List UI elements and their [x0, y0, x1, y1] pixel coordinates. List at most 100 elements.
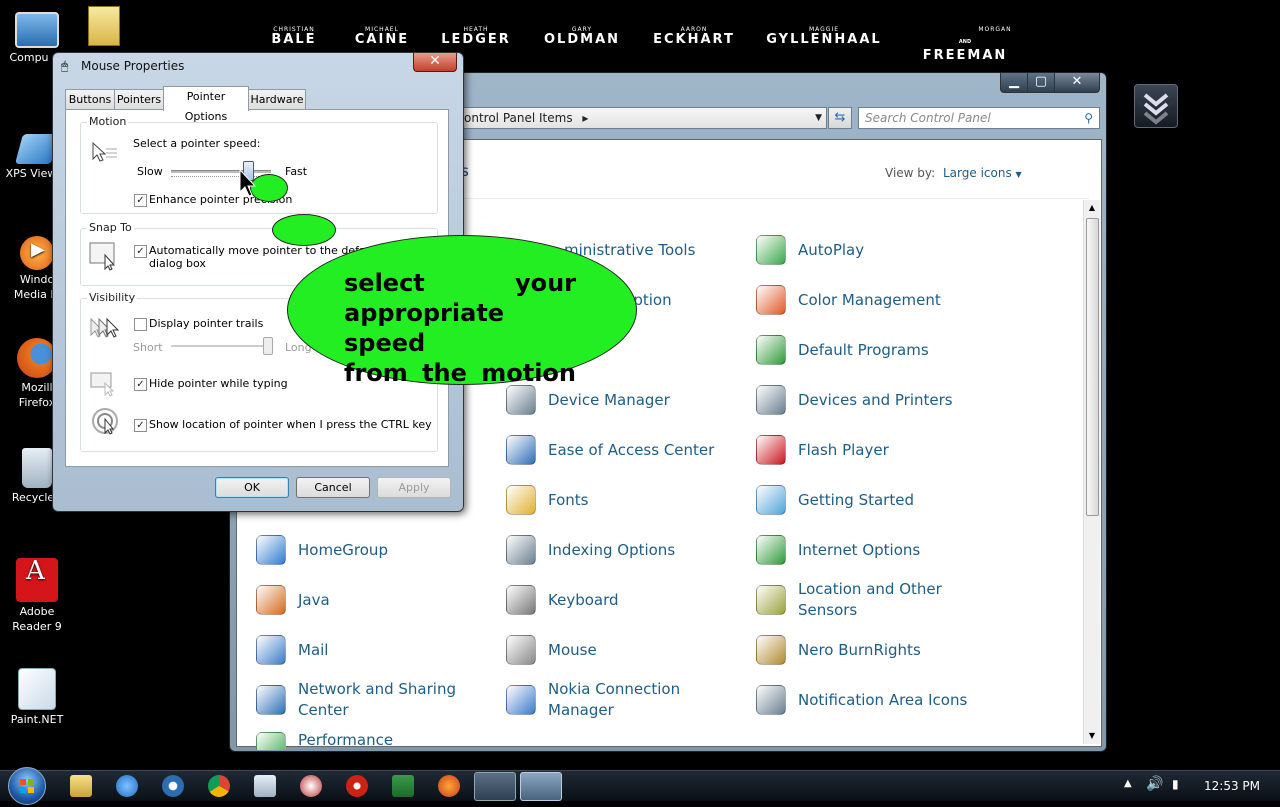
control-panel-item-label: Network and Sharing Center	[298, 680, 456, 719]
minimize-button[interactable]: ▁	[1000, 73, 1028, 93]
control-panel-item[interactable]: Mouse	[504, 630, 734, 670]
paint-net-icon	[18, 668, 56, 710]
cancel-button[interactable]: Cancel	[296, 477, 370, 498]
snap-to-checkbox[interactable]: ✓	[134, 245, 147, 258]
printer-icon	[754, 383, 788, 417]
hide-pointer-checkbox[interactable]: ✓	[134, 378, 147, 391]
trails-slider-track[interactable]	[171, 345, 267, 347]
control-panel-item-label: Getting Started	[798, 490, 914, 509]
start-button[interactable]	[8, 767, 46, 805]
desktop-icon-label: Adobe Reader 9	[12, 605, 62, 633]
explorer-taskbar-icon[interactable]	[70, 775, 92, 797]
mouse-icon	[504, 633, 538, 667]
address-bar[interactable]: ontrol Panel Items ▸ ▼	[459, 107, 827, 129]
visibility-label: Visibility	[87, 291, 138, 304]
getting-started-icon	[754, 483, 788, 517]
volume-icon[interactable]: 🔊	[1146, 776, 1163, 792]
snap-to-text-2: dialog box	[149, 257, 206, 270]
ok-button[interactable]: OK	[215, 477, 289, 498]
control-panel-item-label: Color Management	[798, 290, 941, 309]
desktop-icon-label: Recycle	[11, 491, 55, 504]
trails-slider-thumb[interactable]	[263, 337, 273, 355]
control-panel-item[interactable]: Mail	[254, 630, 484, 670]
dialog-close-button[interactable]: ✕	[413, 53, 457, 72]
desktop-icon-paint-net[interactable]: Paint.NET	[0, 668, 74, 727]
control-panel-item[interactable]: Keyboard	[504, 580, 734, 620]
tab-hardware[interactable]: Hardware	[248, 89, 306, 110]
control-panel-item[interactable]: Devices and Printers	[754, 380, 984, 420]
tab-pointer-options[interactable]: Pointer Options	[163, 86, 249, 123]
mouse-properties-taskbar-button[interactable]	[520, 772, 562, 801]
control-panel-item[interactable]: Indexing Options	[504, 530, 734, 570]
control-panel-item[interactable]: Performance Information	[254, 730, 484, 750]
apply-button[interactable]: Apply	[377, 477, 451, 498]
excel-taskbar-icon[interactable]	[392, 775, 414, 797]
control-panel-item-label: Notification Area Icons	[798, 690, 968, 709]
search-icon: ⚲	[1084, 111, 1093, 125]
callout-line: appropriate speed	[344, 299, 505, 357]
control-panel-item[interactable]: Flash Player	[754, 430, 984, 470]
tab-buttons[interactable]: Buttons	[65, 89, 115, 110]
pointer-trails-icon	[90, 317, 120, 338]
view-by-dropdown[interactable]: Large icons ▼	[943, 166, 1022, 180]
control-panel-item-label: Java	[298, 590, 330, 609]
show-hidden-icons-icon[interactable]: ▲	[1124, 778, 1132, 789]
search-input[interactable]: Search Control Panel ⚲	[858, 107, 1100, 129]
scroll-down-icon[interactable]: ▼	[1084, 728, 1100, 744]
nero-icon	[754, 633, 788, 667]
breadcrumb-arrow-icon[interactable]: ▸	[576, 111, 588, 125]
control-panel-item[interactable]: Nero BurnRights	[754, 630, 984, 670]
pointer-trails-checkbox[interactable]	[134, 318, 147, 331]
clock[interactable]: 12:53 PM	[1204, 779, 1260, 793]
scrollbar[interactable]: ▲ ▼	[1083, 200, 1100, 744]
enhance-precision-checkbox[interactable]: ✓	[134, 194, 147, 207]
control-panel-item-label: Indexing Options	[548, 540, 676, 559]
internet-options-icon	[754, 533, 788, 567]
scroll-up-icon[interactable]: ▲	[1084, 200, 1100, 216]
chrome-taskbar-icon[interactable]	[208, 775, 230, 797]
show-location-checkbox[interactable]: ✓	[134, 419, 147, 432]
firefox-taskbar-icon[interactable]	[438, 775, 460, 797]
control-panel-item[interactable]: Internet Options	[754, 530, 984, 570]
notepad-taskbar-icon[interactable]	[254, 775, 276, 797]
callout-word: from	[344, 359, 408, 387]
control-panel-item[interactable]: Ease of Access Center	[504, 430, 734, 470]
close-button[interactable]: ✕	[1054, 73, 1100, 93]
control-panel-item[interactable]: Color Management	[754, 280, 984, 320]
scroll-thumb[interactable]	[1086, 218, 1099, 516]
control-panel-item[interactable]: HomeGroup	[254, 530, 484, 570]
control-panel-item[interactable]: Fonts	[504, 480, 734, 520]
control-panel-item[interactable]: Java	[254, 580, 484, 620]
app2-taskbar-icon[interactable]	[346, 775, 368, 797]
ie-taskbar-icon[interactable]	[116, 775, 138, 797]
collapse-gadget-icon[interactable]	[1134, 84, 1178, 128]
location-sensors-icon	[754, 583, 788, 617]
control-panel-taskbar-button[interactable]	[474, 772, 516, 801]
control-panel-item-label: Fonts	[548, 490, 589, 509]
download-taskbar-icon[interactable]	[162, 775, 184, 797]
control-panel-item[interactable]: Default Programs	[754, 330, 984, 370]
tab-pointers[interactable]: Pointers	[114, 89, 164, 110]
windows-logo-icon	[20, 779, 34, 793]
desktop-icon-adobe-reader[interactable]: A Adobe Reader 9	[0, 558, 74, 634]
control-panel-item[interactable]: Location and Other Sensors	[754, 580, 984, 620]
control-panel-item[interactable]: Notification Area Icons	[754, 680, 984, 720]
control-panel-item[interactable]: Getting Started	[754, 480, 984, 520]
show-location-icon	[92, 408, 118, 435]
device-manager-icon	[504, 383, 538, 417]
firefox-icon	[17, 338, 57, 378]
cast-name: MICHAEL CAINE	[354, 26, 410, 47]
control-panel-item[interactable]: AutoPlay	[754, 230, 984, 270]
cast-name: GARY OLDMAN	[544, 26, 621, 47]
desktop-icon-label: XPS View	[5, 167, 57, 180]
network-icon[interactable]: ▮	[1172, 777, 1179, 791]
media-player-icon: ▶	[20, 236, 54, 270]
control-panel-item[interactable]: Network and Sharing Center	[254, 680, 484, 720]
refresh-icon[interactable]: ⇆	[828, 107, 852, 129]
address-dropdown-icon[interactable]: ▼	[815, 108, 822, 128]
folder-icon[interactable]	[88, 6, 122, 50]
app-taskbar-icon[interactable]	[300, 775, 322, 797]
maximize-button[interactable]: ▢	[1027, 73, 1055, 93]
control-panel-item[interactable]: Nokia Connection Manager	[504, 680, 734, 720]
snap-to-label: Snap To	[87, 221, 134, 234]
